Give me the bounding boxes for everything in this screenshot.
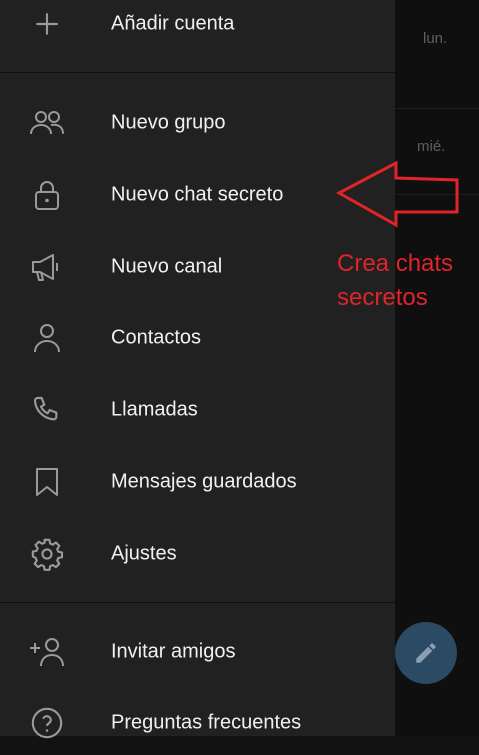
- menu-item-label: Mensajes guardados: [111, 470, 297, 493]
- group-icon: [28, 104, 66, 142]
- menu-item-label: Nuevo grupo: [111, 111, 226, 134]
- gear-icon: [28, 535, 66, 573]
- menu-item-label: Ajustes: [111, 542, 177, 565]
- pencil-icon: [416, 643, 436, 663]
- chat-row[interactable]: lun.: [395, 0, 479, 109]
- menu-item-saved-messages[interactable]: Mensajes guardados: [0, 450, 395, 514]
- plus-icon: [28, 5, 66, 43]
- menu-item-label: Nuevo chat secreto: [111, 183, 284, 206]
- annotation-line: secretos: [337, 284, 428, 311]
- menu-item-faq[interactable]: Preguntas frecuentes: [0, 691, 395, 755]
- divider: [0, 602, 395, 603]
- menu-item-contacts[interactable]: Contactos: [0, 306, 395, 370]
- divider: [0, 72, 395, 73]
- menu-item-new-group[interactable]: Nuevo grupo: [0, 91, 395, 155]
- navigation-drawer: Añadir cuenta Nuevo grupo Nuevo chat sec…: [0, 0, 395, 739]
- menu-item-invite-friends[interactable]: Invitar amigos: [0, 620, 395, 684]
- menu-item-settings[interactable]: Ajustes: [0, 522, 395, 586]
- menu-item-label: Llamadas: [111, 398, 198, 421]
- chat-time: mié.: [417, 138, 446, 155]
- menu-item-label: Preguntas frecuentes: [111, 711, 302, 734]
- menu-item-calls[interactable]: Llamadas: [0, 378, 395, 442]
- menu-item-label: Contactos: [111, 326, 202, 349]
- person-icon: [28, 319, 66, 357]
- bookmark-icon: [28, 463, 66, 501]
- help-icon: [28, 704, 66, 742]
- annotation-line: Crea chats: [337, 250, 454, 277]
- lock-icon: [28, 176, 66, 214]
- phone-icon: [28, 391, 66, 429]
- chat-time: lun.: [423, 30, 448, 47]
- add-person-icon: [28, 633, 66, 671]
- add-account-item[interactable]: Añadir cuenta: [0, 0, 395, 56]
- megaphone-icon: [28, 248, 66, 286]
- menu-item-new-channel[interactable]: Nuevo canal: [0, 235, 395, 299]
- annotation-arrow: [336, 160, 459, 228]
- menu-item-label: Nuevo canal: [111, 255, 223, 278]
- compose-button[interactable]: [395, 622, 457, 684]
- menu-item-label: Invitar amigos: [111, 640, 236, 663]
- add-account-label: Añadir cuenta: [111, 12, 235, 35]
- annotation-text: Crea chats secretos: [337, 247, 453, 315]
